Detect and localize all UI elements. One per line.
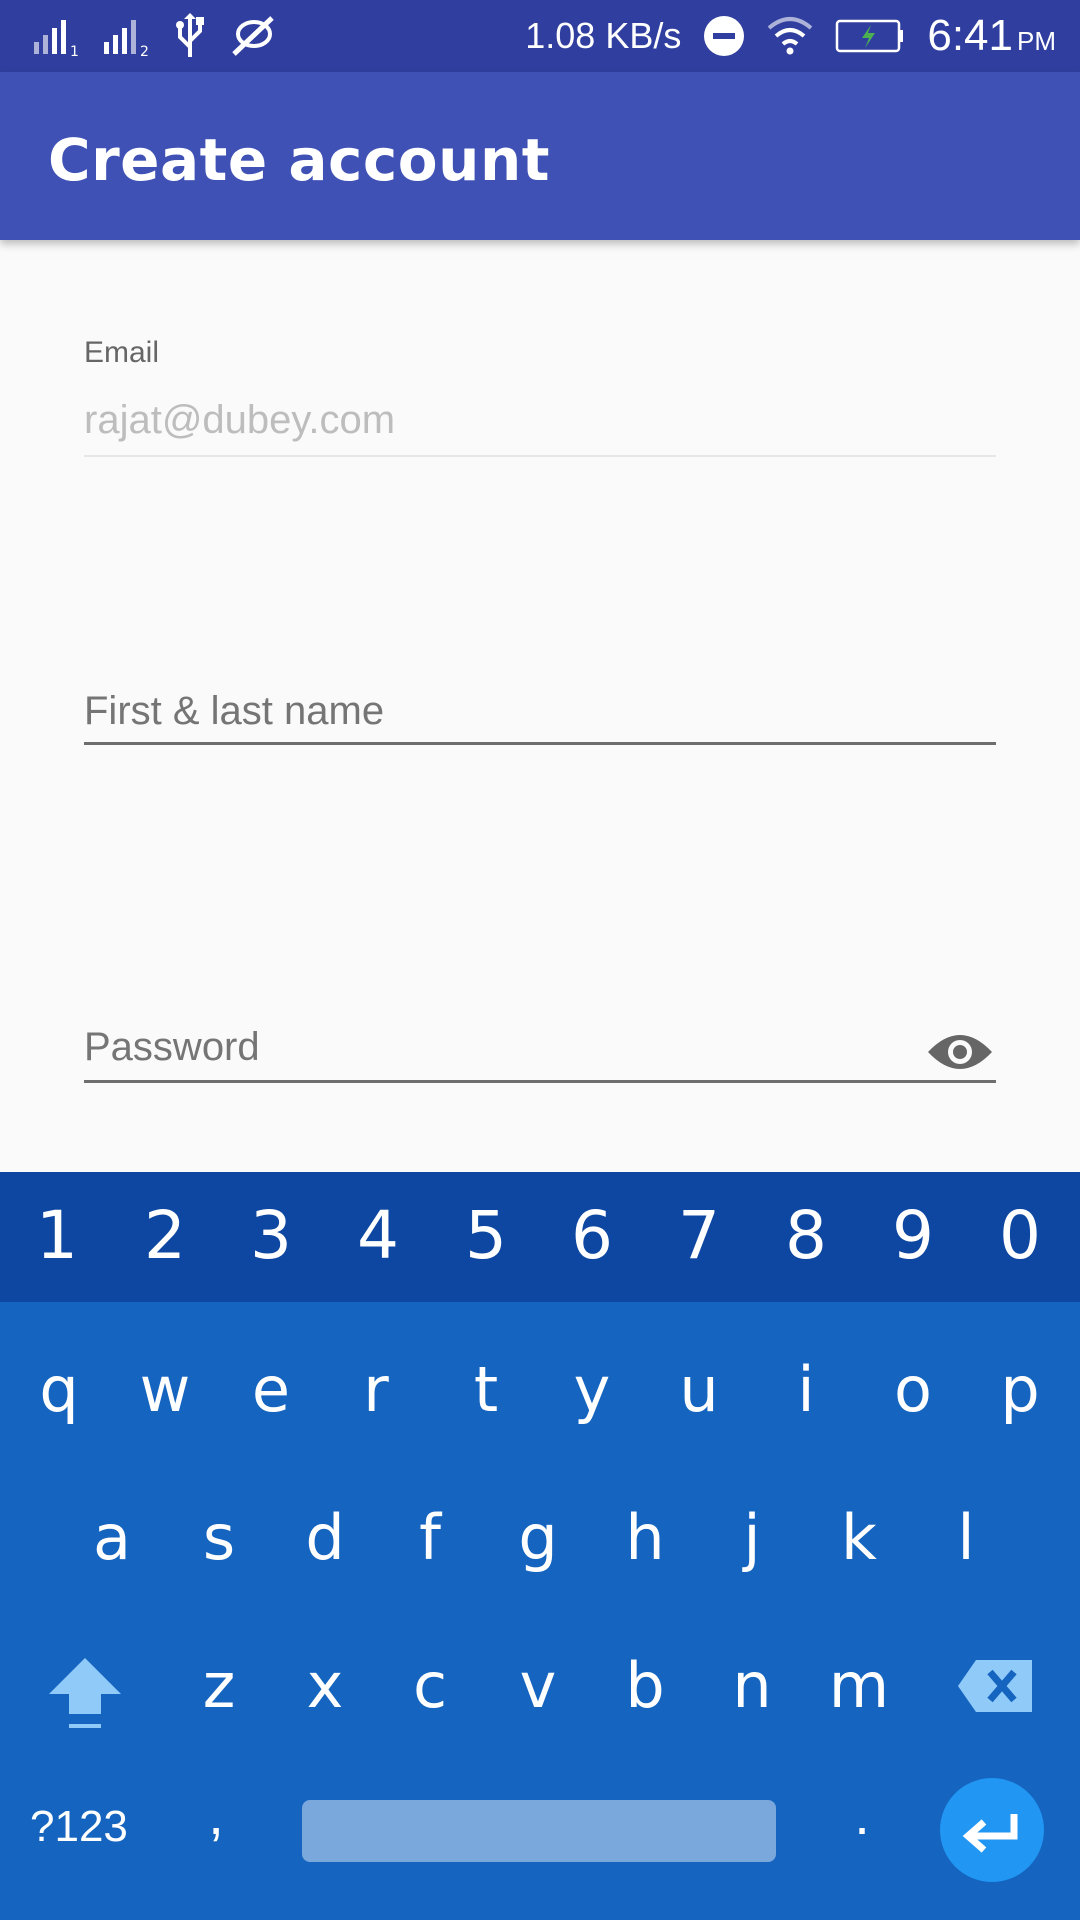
status-icons-left: 1 2 bbox=[32, 13, 278, 58]
soft-keyboard: 1 2 3 4 5 6 7 8 9 0 q w e r t y u i o p … bbox=[0, 1172, 1080, 1920]
svg-text:2: 2 bbox=[140, 44, 149, 56]
key-v[interactable]: v bbox=[484, 1646, 592, 1726]
symbols-key[interactable]: ?123 bbox=[30, 1802, 128, 1852]
key-x[interactable]: x bbox=[271, 1646, 379, 1726]
key-f[interactable]: f bbox=[376, 1498, 484, 1578]
keyboard-number-row: 1 2 3 4 5 6 7 8 9 0 bbox=[0, 1172, 1080, 1302]
key-l[interactable]: l bbox=[912, 1498, 1020, 1578]
usb-icon bbox=[176, 13, 204, 57]
password-underline bbox=[84, 1080, 996, 1083]
space-key[interactable] bbox=[302, 1800, 776, 1862]
key-3[interactable]: 3 bbox=[217, 1196, 325, 1276]
email-label: Email bbox=[84, 336, 160, 369]
network-speed: 1.08 KB/s bbox=[525, 15, 682, 56]
key-0[interactable]: 0 bbox=[966, 1196, 1074, 1276]
wifi-icon bbox=[768, 17, 813, 55]
key-o[interactable]: o bbox=[859, 1350, 967, 1430]
key-1[interactable]: 1 bbox=[3, 1196, 111, 1276]
signal-sim1-icon: 1 bbox=[34, 20, 79, 56]
key-t[interactable]: t bbox=[432, 1350, 540, 1430]
do-not-disturb-icon bbox=[704, 16, 745, 56]
key-m[interactable]: m bbox=[805, 1646, 913, 1726]
clock-time: 6:41 bbox=[927, 11, 1013, 60]
key-q[interactable]: q bbox=[5, 1350, 113, 1430]
page-title: Create account bbox=[48, 126, 550, 194]
toggle-password-visibility-button[interactable] bbox=[926, 1024, 994, 1080]
key-h[interactable]: h bbox=[591, 1498, 699, 1578]
svg-text:1: 1 bbox=[70, 44, 79, 56]
key-6[interactable]: 6 bbox=[538, 1196, 646, 1276]
enter-key[interactable] bbox=[940, 1778, 1044, 1882]
key-r[interactable]: r bbox=[322, 1350, 430, 1430]
comma-key[interactable]: , bbox=[196, 1782, 236, 1847]
key-a[interactable]: a bbox=[58, 1498, 166, 1578]
battery-charging-icon bbox=[836, 19, 904, 53]
key-8[interactable]: 8 bbox=[752, 1196, 860, 1276]
key-g[interactable]: g bbox=[484, 1498, 592, 1578]
shift-icon bbox=[49, 1658, 121, 1728]
key-u[interactable]: u bbox=[645, 1350, 753, 1430]
backspace-key[interactable] bbox=[946, 1646, 1046, 1726]
clock-ampm: PM bbox=[1017, 26, 1056, 56]
key-d[interactable]: d bbox=[271, 1498, 379, 1578]
key-z[interactable]: z bbox=[165, 1646, 273, 1726]
name-input[interactable] bbox=[84, 684, 984, 738]
clock: 6:41 PM bbox=[927, 11, 1056, 61]
key-4[interactable]: 4 bbox=[324, 1196, 432, 1276]
shift-key[interactable] bbox=[30, 1646, 140, 1728]
email-field: rajat@dubey.com bbox=[84, 398, 396, 442]
status-icons-right: 1.08 KB/s 6:41 PM bbox=[525, 0, 1056, 72]
status-bar: 1 2 1.08 KB/s 6:41 PM bbox=[0, 0, 1080, 72]
period-key[interactable]: . bbox=[842, 1782, 882, 1847]
key-b[interactable]: b bbox=[591, 1646, 699, 1726]
key-i[interactable]: i bbox=[752, 1350, 860, 1430]
eye-icon bbox=[928, 1035, 992, 1069]
key-n[interactable]: n bbox=[698, 1646, 806, 1726]
enter-icon bbox=[962, 1814, 1018, 1853]
key-s[interactable]: s bbox=[165, 1498, 273, 1578]
key-p[interactable]: p bbox=[966, 1350, 1074, 1430]
key-c[interactable]: c bbox=[376, 1646, 484, 1726]
key-w[interactable]: w bbox=[111, 1350, 219, 1430]
notifications-off-icon bbox=[232, 16, 274, 56]
key-e[interactable]: e bbox=[217, 1350, 325, 1430]
key-y[interactable]: y bbox=[538, 1350, 646, 1430]
email-underline bbox=[84, 455, 996, 457]
key-5[interactable]: 5 bbox=[432, 1196, 540, 1276]
key-j[interactable]: j bbox=[698, 1498, 806, 1578]
backspace-icon bbox=[958, 1660, 1032, 1712]
key-7[interactable]: 7 bbox=[645, 1196, 753, 1276]
signal-sim2-icon: 2 bbox=[104, 20, 149, 56]
app-bar: Create account bbox=[0, 72, 1080, 240]
password-input[interactable] bbox=[84, 1020, 904, 1074]
key-9[interactable]: 9 bbox=[859, 1196, 967, 1276]
name-underline bbox=[84, 742, 996, 745]
key-k[interactable]: k bbox=[805, 1498, 913, 1578]
key-2[interactable]: 2 bbox=[111, 1196, 219, 1276]
